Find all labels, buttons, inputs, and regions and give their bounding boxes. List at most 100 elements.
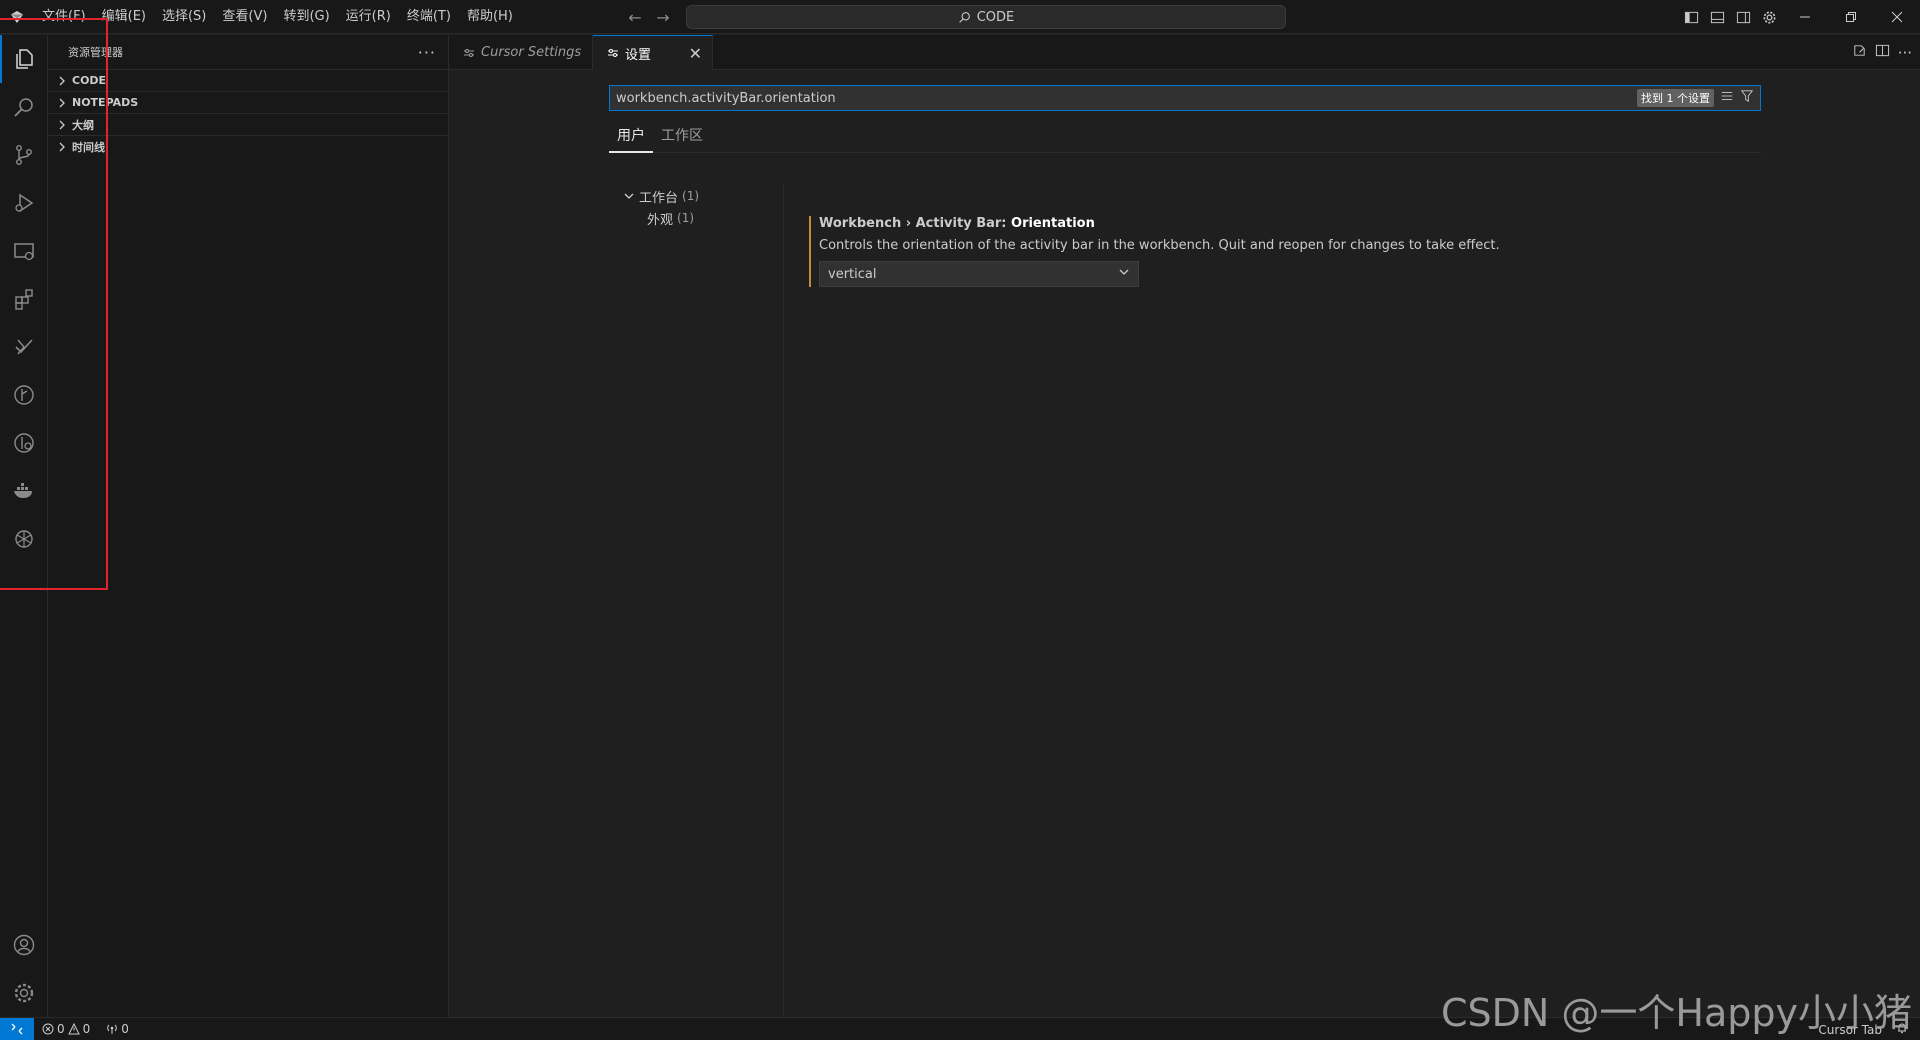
tab-settings[interactable]: 设置 ✕ xyxy=(593,35,713,70)
toggle-primary-sidebar-icon[interactable] xyxy=(1678,0,1704,34)
menu-terminal[interactable]: 终端(T) xyxy=(399,0,459,34)
section-code[interactable]: CODE xyxy=(48,69,448,91)
run-debug-icon[interactable] xyxy=(0,179,48,227)
settings-toc: 工作台 (1) 外观 (1) xyxy=(609,185,784,1040)
toggle-secondary-sidebar-icon[interactable] xyxy=(1730,0,1756,34)
warning-icon xyxy=(67,1023,80,1035)
open-settings-json-icon[interactable] xyxy=(1852,43,1867,62)
filter-icon[interactable] xyxy=(1740,89,1754,107)
explorer-icon[interactable] xyxy=(0,35,48,83)
chevron-right-icon xyxy=(54,95,70,111)
remote-indicator-icon[interactable] xyxy=(0,1017,34,1040)
error-icon xyxy=(42,1023,54,1035)
section-label: 大纲 xyxy=(72,118,94,132)
chevron-right-icon xyxy=(54,139,70,155)
testing-icon[interactable] xyxy=(0,323,48,371)
broadcast-icon xyxy=(107,1024,118,1034)
toc-item-appearance[interactable]: 外观 (1) xyxy=(609,207,783,229)
annotation-line xyxy=(0,18,30,20)
search-icon[interactable] xyxy=(0,83,48,131)
tab-workspace[interactable]: 工作区 xyxy=(653,123,711,153)
toc-label: 工作台 xyxy=(639,190,679,206)
tab-cursor-settings[interactable]: Cursor Settings xyxy=(449,35,593,70)
forward-arrow-icon[interactable]: → xyxy=(654,8,672,27)
git-graph-icon[interactable] xyxy=(0,371,48,419)
source-control-icon[interactable] xyxy=(0,131,48,179)
settings-search-input[interactable] xyxy=(616,90,1516,106)
activity-bar xyxy=(0,35,48,1017)
error-count: 0 xyxy=(57,1022,65,1036)
setting-item-activitybar-orientation: Workbench › Activity Bar: Orientation Co… xyxy=(809,216,1709,287)
editor-area: Cursor Settings 设置 ✕ ··· 找到 1 个设置 用户 xyxy=(449,35,1920,1040)
search-icon xyxy=(958,11,970,23)
settings-search-box: 找到 1 个设置 xyxy=(609,85,1761,111)
git-history-icon[interactable] xyxy=(0,419,48,467)
command-center[interactable]: CODE xyxy=(686,5,1286,29)
orientation-select[interactable]: vertical xyxy=(819,261,1139,287)
ports-status[interactable]: 0 xyxy=(98,1022,137,1036)
section-label: 时间线 xyxy=(72,140,105,154)
setting-name: Orientation xyxy=(1011,216,1095,231)
back-arrow-icon[interactable]: ← xyxy=(626,8,644,27)
warning-count: 0 xyxy=(82,1022,91,1036)
ports-count: 0 xyxy=(121,1022,129,1036)
extensions-icon[interactable] xyxy=(0,275,48,323)
result-count-badge: 找到 1 个设置 xyxy=(1637,89,1714,107)
clear-filter-icon[interactable] xyxy=(1720,89,1734,107)
minimize-window-icon[interactable] xyxy=(1782,0,1828,34)
chatgpt-icon[interactable] xyxy=(0,515,48,563)
toc-count: (1) xyxy=(682,189,700,203)
menu-help[interactable]: 帮助(H) xyxy=(459,0,521,34)
section-label: NOTEPADS xyxy=(72,96,139,109)
command-center-label: CODE xyxy=(976,9,1015,25)
section-notepads[interactable]: NOTEPADS xyxy=(48,91,448,113)
more-actions-icon[interactable]: ··· xyxy=(418,43,436,62)
title-bar: 文件(F) 编辑(E) 选择(S) 查看(V) 转到(G) 运行(R) 终端(T… xyxy=(0,0,1920,34)
problems-status[interactable]: 0 0 xyxy=(34,1022,98,1036)
settings-scope-tabs: 用户 工作区 xyxy=(609,123,1761,153)
chevron-down-icon xyxy=(621,188,637,204)
chevron-right-icon xyxy=(54,117,70,133)
settings-editor: 找到 1 个设置 用户 工作区 工作台 (1) 外观 (1) Workbench… xyxy=(609,85,1761,1040)
select-value: vertical xyxy=(828,266,877,282)
section-outline[interactable]: 大纲 xyxy=(48,113,448,135)
manage-gear-icon[interactable] xyxy=(0,969,48,1017)
section-label: CODE xyxy=(72,74,107,87)
menu-bar: 文件(F) 编辑(E) 选择(S) 查看(V) 转到(G) 运行(R) 终端(T… xyxy=(34,0,521,34)
account-icon[interactable] xyxy=(0,921,48,969)
menu-selection[interactable]: 选择(S) xyxy=(154,0,214,34)
toc-item-workbench[interactable]: 工作台 (1) xyxy=(609,185,783,207)
toc-count: (1) xyxy=(677,211,695,225)
setting-description: Controls the orientation of the activity… xyxy=(819,238,1500,253)
more-actions-icon[interactable]: ··· xyxy=(1898,44,1912,62)
menu-edit[interactable]: 编辑(E) xyxy=(94,0,154,34)
menu-file[interactable]: 文件(F) xyxy=(34,0,94,34)
chevron-down-icon xyxy=(1118,266,1130,282)
chevron-right-icon xyxy=(54,73,70,89)
cursor-logo-icon[interactable] xyxy=(0,0,34,34)
settings-sliders-icon xyxy=(464,48,474,57)
close-icon[interactable]: ✕ xyxy=(689,44,702,63)
tab-label: 设置 xyxy=(625,47,652,63)
tab-label: Cursor Settings xyxy=(481,45,582,60)
menu-run[interactable]: 运行(R) xyxy=(338,0,399,34)
remote-explorer-icon[interactable] xyxy=(0,227,48,275)
tab-bar: Cursor Settings 设置 ✕ ··· xyxy=(449,35,1920,70)
close-window-icon[interactable] xyxy=(1874,0,1920,34)
menu-go[interactable]: 转到(G) xyxy=(275,0,337,34)
tab-user[interactable]: 用户 xyxy=(609,123,653,153)
sidebar-header: 资源管理器 ··· xyxy=(48,35,448,69)
sidebar-title: 资源管理器 xyxy=(68,46,123,59)
csdn-watermark: CSDN @一个Happy小小猪 xyxy=(1440,991,1912,1035)
restore-window-icon[interactable] xyxy=(1828,0,1874,34)
section-timeline[interactable]: 时间线 xyxy=(48,135,448,157)
toggle-panel-icon[interactable] xyxy=(1704,0,1730,34)
gear-icon[interactable] xyxy=(1756,0,1782,34)
setting-category: Workbench › Activity Bar: xyxy=(819,216,1012,231)
menu-view[interactable]: 查看(V) xyxy=(214,0,275,34)
split-editor-icon[interactable] xyxy=(1875,43,1890,62)
toc-label: 外观 xyxy=(647,212,674,228)
docker-icon[interactable] xyxy=(0,467,48,515)
settings-sliders-icon xyxy=(608,49,618,57)
explorer-sidebar: 资源管理器 ··· CODE NOTEPADS 大纲 时间线 xyxy=(48,35,449,1017)
